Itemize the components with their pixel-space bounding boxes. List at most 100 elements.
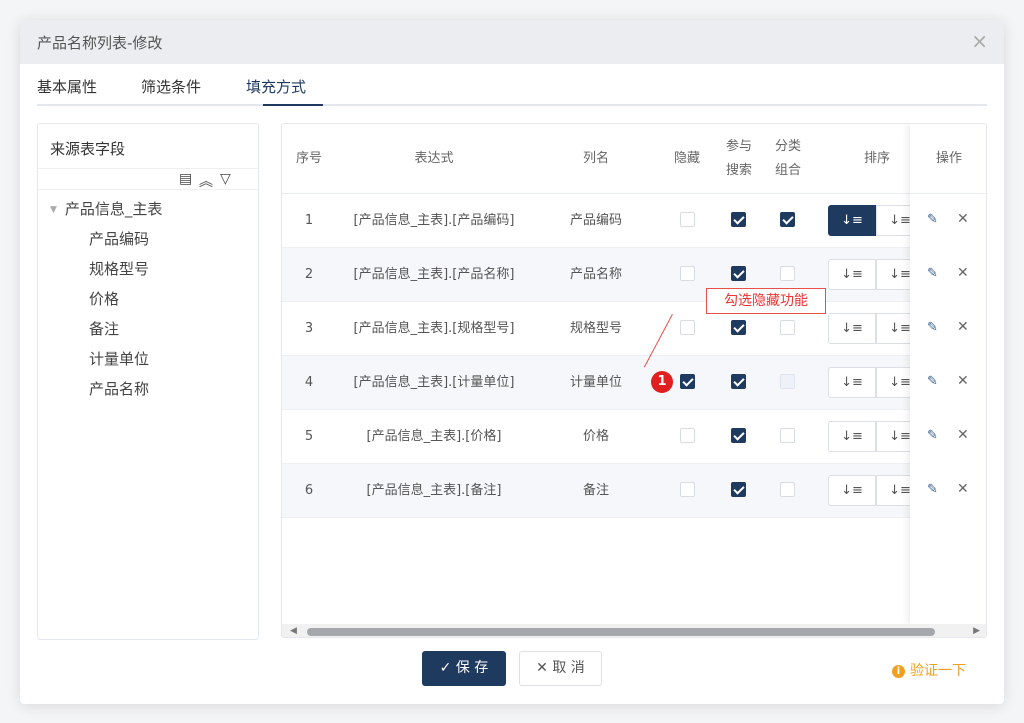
edit-icon[interactable]: ✎: [927, 320, 938, 335]
row-expression: [产品信息_主表].[产品编码]: [353, 213, 515, 228]
delete-icon[interactable]: ✕: [957, 319, 969, 335]
delete-icon[interactable]: ✕: [957, 211, 969, 227]
cancel-button[interactable]: ✕ 取 消: [519, 651, 602, 686]
row-column-name: 产品编码: [569, 213, 622, 228]
tree-field-item[interactable]: 价格: [89, 288, 119, 309]
row-column-name: 规格型号: [569, 321, 622, 336]
filter-icon[interactable]: ▽: [220, 171, 231, 187]
search-checkbox[interactable]: [731, 428, 746, 443]
verify-label: 验证一下: [910, 663, 966, 679]
hidden-checkbox[interactable]: [680, 374, 695, 389]
delete-icon[interactable]: ✕: [957, 373, 969, 389]
search-checkbox[interactable]: [731, 320, 746, 335]
tree-field-item[interactable]: 备注: [89, 318, 119, 339]
search-checkbox[interactable]: [731, 482, 746, 497]
sort-ascending-button[interactable]: ↓≡: [828, 313, 876, 344]
row-index: 4: [304, 375, 314, 390]
row-expression: [产品信息_主表].[规格型号]: [353, 321, 515, 336]
sort-ascending-button[interactable]: ↓≡: [828, 205, 876, 236]
save-button[interactable]: ✓ 保 存: [422, 651, 506, 686]
delete-icon[interactable]: ✕: [957, 265, 969, 281]
header-index: 序号: [295, 151, 322, 166]
tree-field-item[interactable]: 计量单位: [89, 348, 149, 369]
search-checkbox[interactable]: [731, 266, 746, 281]
hidden-checkbox[interactable]: [680, 428, 695, 443]
sort-ascending-button[interactable]: ↓≡: [828, 475, 876, 506]
edit-icon[interactable]: ✎: [927, 266, 938, 281]
save-button-label: 保 存: [455, 660, 489, 676]
table-row[interactable]: 3 [产品信息_主表].[规格型号] 规格型号 ↓≡ ↓≡: [282, 302, 986, 356]
cancel-button-label: 取 消: [552, 660, 585, 676]
tree-field-item[interactable]: 产品编码: [89, 228, 149, 249]
edit-icon[interactable]: ✎: [927, 212, 938, 227]
group-checkbox[interactable]: [780, 266, 795, 281]
row-index: 1: [304, 213, 314, 228]
tab-bar: 基本属性 筛选条件 填充方式: [37, 64, 987, 106]
sort-ascending-button[interactable]: ↓≡: [828, 259, 876, 290]
header-group-line1: 分类: [774, 139, 801, 154]
tab-filter-conditions[interactable]: 筛选条件: [141, 76, 201, 97]
operations-column: 操作 ✎ ✕ ✎ ✕ ✎ ✕ ✎ ✕ ✎ ✕ ✎ ✕: [910, 124, 986, 624]
tree-field-item[interactable]: 规格型号: [89, 258, 149, 279]
row-index: 6: [304, 483, 314, 498]
header-column-name: 列名: [582, 151, 609, 166]
delete-icon[interactable]: ✕: [957, 427, 969, 443]
source-panel-toolbar: ▤ ︽ ▽: [38, 168, 258, 190]
scrollbar-thumb[interactable]: [307, 628, 935, 636]
list-icon[interactable]: ▤: [179, 171, 192, 187]
tree-field-item[interactable]: 产品名称: [89, 378, 149, 399]
row-index: 5: [304, 429, 314, 444]
horizontal-scrollbar[interactable]: ◀ ▶: [282, 624, 986, 637]
dialog-titlebar: 产品名称列表-修改 ×: [20, 20, 1004, 64]
edit-icon[interactable]: ✎: [927, 482, 938, 497]
group-checkbox[interactable]: [780, 482, 795, 497]
sort-ascending-button[interactable]: ↓≡: [828, 367, 876, 398]
table-row[interactable]: 5 [产品信息_主表].[价格] 价格 ↓≡ ↓≡: [282, 410, 986, 464]
tree-caret-icon[interactable]: ▼: [50, 205, 57, 215]
table-row[interactable]: 2 [产品信息_主表].[产品名称] 产品名称 ↓≡ ↓≡: [282, 248, 986, 302]
step-badge: 1: [651, 371, 673, 393]
header-operations: 操作: [910, 124, 986, 194]
callout-label: 勾选隐藏功能: [706, 288, 826, 314]
collapse-all-icon[interactable]: ︽: [199, 171, 213, 191]
search-checkbox[interactable]: [731, 374, 746, 389]
tab-basic-properties[interactable]: 基本属性: [37, 76, 97, 97]
hidden-checkbox[interactable]: [680, 482, 695, 497]
row-expression: [产品信息_主表].[价格]: [366, 429, 502, 444]
verify-link[interactable]: i 验证一下: [892, 660, 966, 680]
group-checkbox[interactable]: [780, 320, 795, 335]
sort-ascending-button[interactable]: ↓≡: [828, 421, 876, 452]
header-sort: 排序: [863, 151, 890, 166]
active-tab-indicator: [263, 104, 323, 106]
table-row[interactable]: 6 [产品信息_主表].[备注] 备注 ↓≡ ↓≡: [282, 464, 986, 518]
tab-fill-method[interactable]: 填充方式: [246, 76, 306, 97]
header-search-line1: 参与: [725, 139, 752, 154]
row-index: 3: [304, 321, 314, 336]
scroll-left-arrow-icon[interactable]: ◀: [290, 626, 297, 636]
close-icon[interactable]: ×: [971, 31, 988, 51]
edit-icon[interactable]: ✎: [927, 374, 938, 389]
edit-icon[interactable]: ✎: [927, 428, 938, 443]
scroll-right-arrow-icon[interactable]: ▶: [973, 626, 980, 636]
group-checkbox[interactable]: [780, 428, 795, 443]
table-row[interactable]: 4 [产品信息_主表].[计量单位] 计量单位 ↓≡ ↓≡: [282, 356, 986, 410]
group-checkbox[interactable]: [780, 212, 795, 227]
hidden-checkbox[interactable]: [680, 320, 695, 335]
hidden-checkbox[interactable]: [680, 266, 695, 281]
header-search-line2: 搜索: [725, 163, 752, 178]
grid-header: 序号 表达式 列名 隐藏 参与 搜索 分类 组合 排序: [282, 124, 986, 194]
row-column-name: 计量单位: [569, 375, 622, 390]
group-checkbox[interactable]: [780, 374, 795, 389]
dialog-title: 产品名称列表-修改: [37, 34, 163, 52]
delete-icon[interactable]: ✕: [957, 481, 969, 497]
tree-root-item[interactable]: ▼ 产品信息_主表: [50, 198, 162, 219]
row-column-name: 备注: [582, 483, 609, 498]
source-fields-panel: 来源表字段 ▤ ︽ ▽ ▼ 产品信息_主表 产品编码 规格型号 价格 备注 计量单…: [37, 123, 259, 640]
row-expression: [产品信息_主表].[备注]: [366, 483, 502, 498]
hidden-checkbox[interactable]: [680, 212, 695, 227]
search-checkbox[interactable]: [731, 212, 746, 227]
table-row[interactable]: 1 [产品信息_主表].[产品编码] 产品编码 ↓≡ ↓≡: [282, 194, 986, 248]
close-icon: ✕: [536, 660, 548, 676]
row-column-name: 价格: [582, 429, 609, 444]
source-panel-title: 来源表字段: [50, 140, 126, 158]
